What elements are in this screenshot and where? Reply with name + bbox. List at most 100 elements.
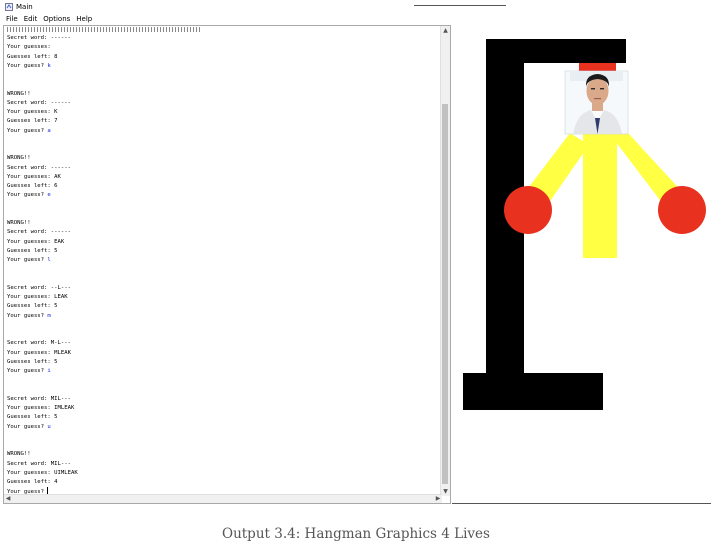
scroll-left-arrow-icon[interactable]: ◀ <box>4 495 12 503</box>
user-input: e <box>47 192 51 199</box>
hangman-canvas <box>463 39 706 410</box>
console-output[interactable]: Secret word: ------ Your guesses: Guesses… <box>7 34 437 499</box>
console-line-text <box>7 276 10 282</box>
console-line-text <box>7 202 10 208</box>
console-line-text: Your guesses: UIMLEAK <box>7 469 78 476</box>
console-line-text: Your guess? <box>7 62 48 69</box>
console-line: Your guesses: K <box>7 108 437 117</box>
console-line <box>7 145 437 154</box>
console-line-text: Secret word: ------ <box>7 229 71 236</box>
console-line-text <box>7 377 10 383</box>
gallows-beam <box>486 39 626 63</box>
console-line: Your guesses: IMLEAK <box>7 404 437 413</box>
console-line-text <box>7 433 10 439</box>
console-line: Your guesses: LEAK <box>7 293 437 302</box>
menu-bar: File Edit Options Help <box>0 14 92 24</box>
gallows-base <box>463 373 603 410</box>
console-line <box>7 265 437 274</box>
console-line-text: Guesses left: 8 <box>7 53 58 60</box>
console-line-text: Secret word: M-L--- <box>7 340 71 347</box>
vertical-scrollbar[interactable]: ▲ ▼ <box>440 26 450 496</box>
ruler <box>7 27 202 32</box>
right-hand <box>658 186 706 234</box>
horizontal-scrollbar[interactable]: ◀ ▶ <box>4 494 442 503</box>
console-line-text: Your guesses: LEAK <box>7 294 68 300</box>
console-line-text: WRONG!! <box>7 155 31 162</box>
console-line: Secret word: ------ <box>7 228 437 237</box>
scroll-right-arrow-icon[interactable]: ▶ <box>434 495 442 503</box>
console-line-text <box>7 322 10 328</box>
console-line <box>7 330 437 339</box>
left-hand <box>504 186 552 234</box>
head-photo <box>564 70 629 135</box>
console-line: Your guess? l <box>7 256 437 265</box>
console-line-text: Secret word: --L--- <box>7 284 71 291</box>
console-line: Guesses left: 6 <box>7 182 437 191</box>
console-line-text: Secret word: MIL--- <box>7 460 71 467</box>
console-line-text <box>7 137 10 143</box>
menu-edit[interactable]: Edit <box>24 14 38 24</box>
console-line <box>7 201 437 210</box>
figure-caption: Output 3.4: Hangman Graphics 4 Lives <box>222 526 490 542</box>
scrollbar-thumb[interactable] <box>442 104 448 484</box>
console-line-text <box>7 211 10 217</box>
console-line: Secret word: ------ <box>7 34 437 43</box>
console-line: Secret word: MIL--- <box>7 460 437 469</box>
console-line-text: Your guess? <box>7 312 48 319</box>
shell-console[interactable]: Secret word: ------ Your guesses: Guesses… <box>3 25 451 504</box>
console-line-text: Secret word: ------ <box>7 99 71 106</box>
rope <box>579 63 616 71</box>
console-line: Your guess? u <box>7 423 437 432</box>
console-line: Your guesses: <box>7 43 437 52</box>
console-line <box>7 386 437 395</box>
console-line: Your guess? i <box>7 367 437 376</box>
console-line <box>7 71 437 80</box>
console-line: WRONG!! <box>7 219 437 228</box>
console-line: WRONG!! <box>7 154 437 163</box>
console-line-text: Your guesses: MLEAK <box>7 349 71 356</box>
user-input: i <box>47 368 51 374</box>
console-line: Secret word: MIL--- <box>7 395 437 404</box>
console-line <box>7 275 437 284</box>
console-line: WRONG!! <box>7 450 437 459</box>
user-input: a <box>47 127 51 134</box>
console-line: Your guesses: MLEAK <box>7 349 437 358</box>
console-line: Guesses left: 5 <box>7 247 437 256</box>
console-line <box>7 321 437 330</box>
console-line: Guesses left: 5 <box>7 302 437 311</box>
console-line-text: WRONG!! <box>7 451 31 458</box>
console-line <box>7 80 437 89</box>
console-line-text <box>7 81 10 87</box>
menu-help[interactable]: Help <box>76 14 92 24</box>
console-line <box>7 432 437 441</box>
menu-file[interactable]: File <box>6 14 18 24</box>
window-title: Main <box>16 3 33 11</box>
menu-options[interactable]: Options <box>43 14 70 24</box>
console-line: Secret word: --L--- <box>7 284 437 293</box>
console-line-text: Your guess? <box>7 257 48 263</box>
console-line: Your guess? a <box>7 127 437 136</box>
console-line: Secret word: ------ <box>7 164 437 173</box>
console-line-text: Your guess? <box>7 127 48 134</box>
console-line <box>7 376 437 385</box>
console-line-text: Secret word: MIL--- <box>7 395 71 402</box>
console-line-text: Guesses left: 7 <box>7 118 58 125</box>
console-line: Your guesses: EAK <box>7 238 437 247</box>
console-line-text <box>7 266 10 272</box>
user-input: u <box>47 423 51 430</box>
console-line-text: Guesses left: 5 <box>7 414 58 421</box>
console-line-text <box>7 442 10 448</box>
scroll-up-arrow-icon[interactable]: ▲ <box>441 26 450 35</box>
console-line: Guesses left: 8 <box>7 53 437 62</box>
console-line: Your guess? e <box>7 191 437 200</box>
user-input: k <box>47 62 51 69</box>
user-input: l <box>47 257 51 263</box>
console-line: Secret word: ------ <box>7 99 437 108</box>
user-input: m <box>47 312 51 319</box>
console-line-text: Guesses left: 5 <box>7 247 58 254</box>
console-line: Secret word: M-L--- <box>7 339 437 348</box>
scroll-down-arrow-icon[interactable]: ▼ <box>441 487 450 496</box>
console-line: Guesses left: 5 <box>7 413 437 422</box>
torso <box>583 125 617 258</box>
console-line-text: Guesses left: 5 <box>7 358 58 365</box>
